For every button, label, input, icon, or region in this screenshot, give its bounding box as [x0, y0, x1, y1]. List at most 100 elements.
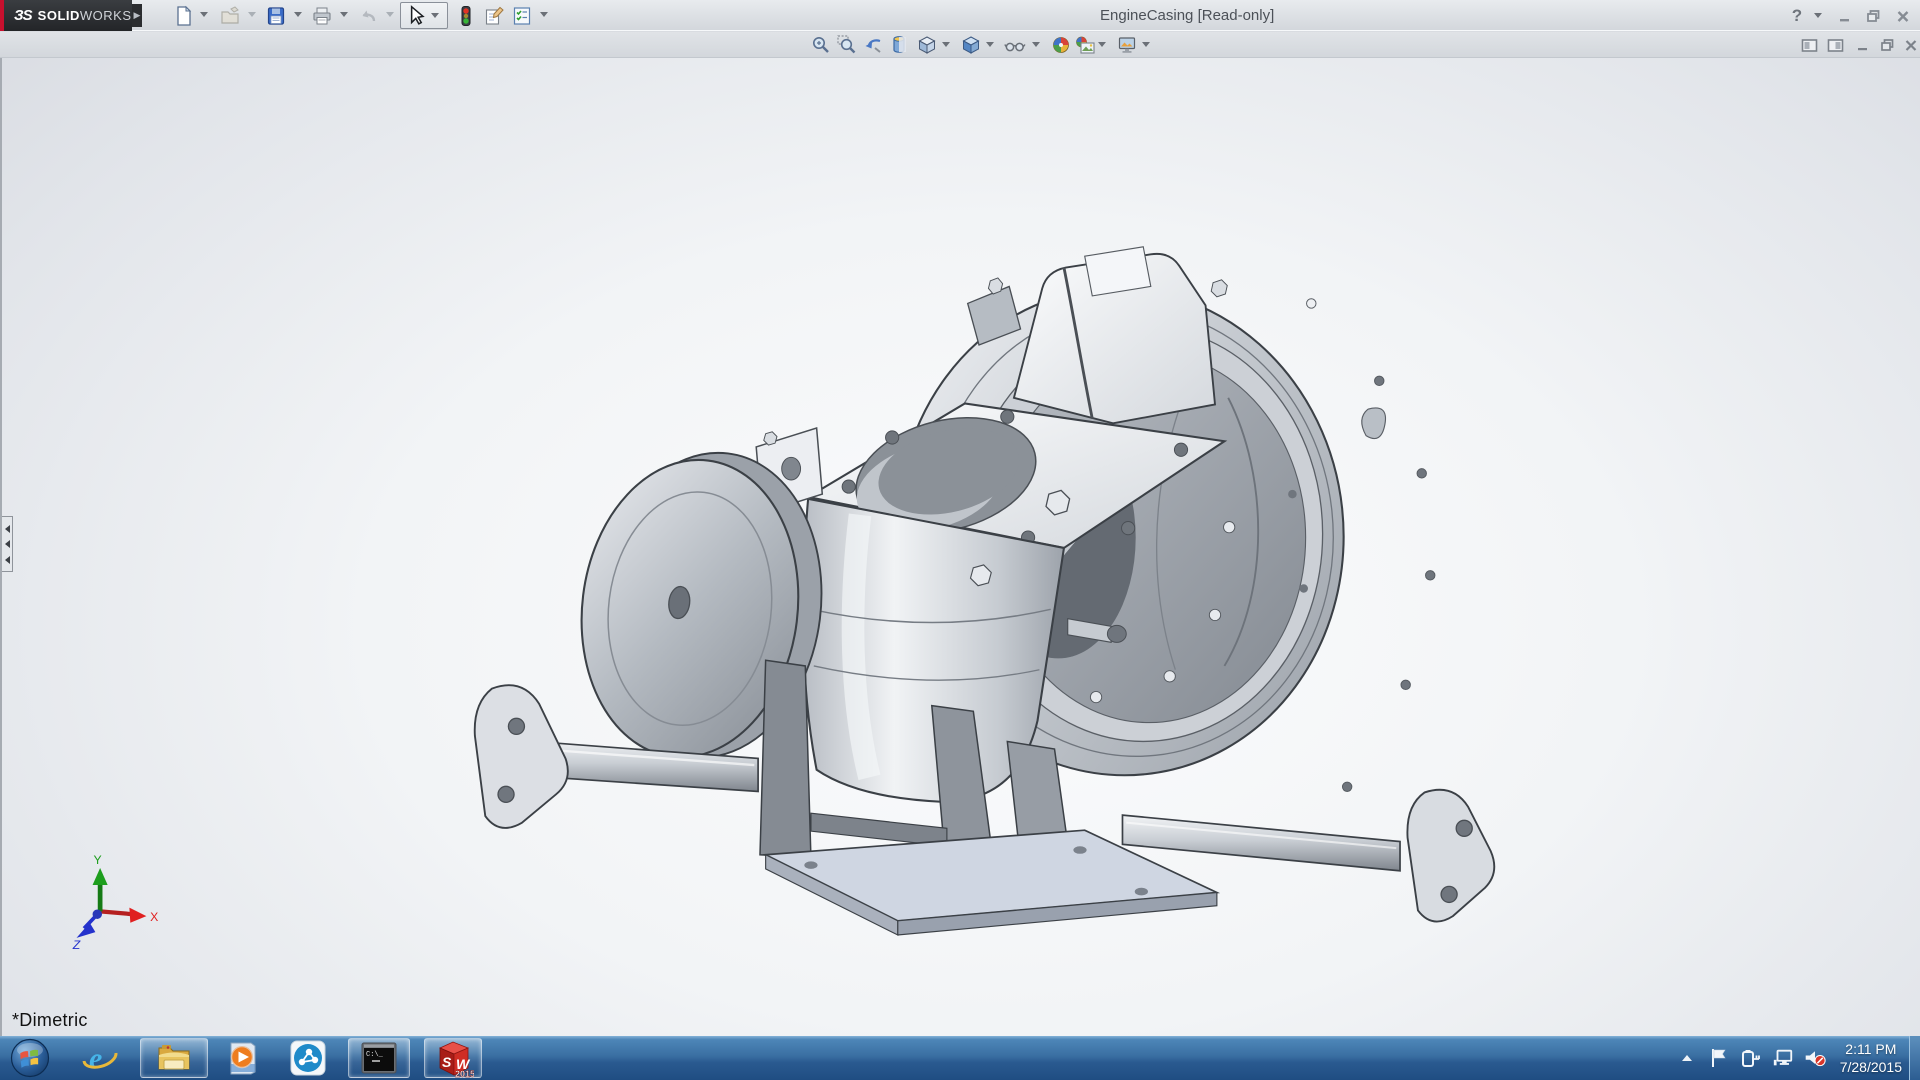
help-button[interactable]: ?	[1784, 5, 1810, 27]
sw-letter-s: S	[442, 1054, 452, 1070]
engine-casing-model[interactable]: Y X Z	[2, 58, 1920, 1036]
triad-z-label: Z	[72, 938, 81, 952]
undo-button[interactable]	[356, 4, 380, 28]
doc-minimize-button[interactable]	[1852, 34, 1874, 56]
open-button[interactable]	[218, 4, 242, 28]
previous-view-icon	[863, 35, 883, 55]
section-view-icon	[889, 35, 909, 55]
action-center-button[interactable]	[1708, 1046, 1730, 1070]
solidworks-cube-icon: S W 2015	[432, 1038, 474, 1078]
doc-close-button[interactable]	[1900, 34, 1920, 56]
select-dropdown[interactable]	[431, 13, 439, 18]
options-checklist-icon	[511, 5, 533, 27]
display-style-dropdown[interactable]	[984, 42, 996, 54]
windows-explorer-folder-icon	[156, 1041, 192, 1075]
rebuild-button[interactable]	[454, 4, 478, 28]
taskbar-windows-explorer[interactable]	[140, 1038, 208, 1078]
triad-x-label: X	[150, 910, 158, 924]
new-document-icon	[173, 5, 195, 27]
view-orientation-button[interactable]	[916, 34, 938, 56]
network-icon	[1772, 1047, 1794, 1069]
show-desktop-button[interactable]	[1909, 1036, 1920, 1080]
print-button[interactable]	[310, 4, 334, 28]
close-button[interactable]	[1890, 5, 1916, 27]
minimize-button[interactable]	[1832, 5, 1858, 27]
start-button[interactable]	[8, 1038, 52, 1078]
volume-button[interactable]	[1804, 1046, 1826, 1070]
doc-minimize-icon	[1856, 38, 1870, 52]
print-dropdown[interactable]	[338, 12, 350, 24]
solidworks-window: ЗS SOLIDWORKS ▶	[0, 0, 1920, 1080]
pane-toggle-left-button[interactable]	[1798, 34, 1820, 56]
section-view-button[interactable]	[888, 34, 910, 56]
zoom-to-fit-button[interactable]	[810, 34, 832, 56]
zoom-to-fit-icon	[811, 35, 831, 55]
eyeglasses-icon	[1004, 35, 1026, 55]
node-graph-app-icon	[290, 1040, 326, 1076]
restore-button[interactable]	[1860, 5, 1886, 27]
taskbar-clock[interactable]: 2:11 PM 7/28/2015	[1836, 1040, 1906, 1076]
select-arrow-icon	[404, 4, 428, 28]
taskbar-solidworks[interactable]: S W 2015	[424, 1038, 482, 1078]
internet-explorer-icon: e	[81, 1039, 119, 1077]
taskbar-node-graph-app[interactable]	[284, 1038, 332, 1078]
close-icon	[1896, 9, 1910, 23]
hide-show-items-button[interactable]	[1004, 34, 1026, 56]
pane-right-icon	[1827, 38, 1844, 53]
view-orientation-cube-icon	[917, 35, 937, 55]
doc-restore-button[interactable]	[1876, 34, 1898, 56]
volume-muted-icon	[1804, 1046, 1826, 1070]
dassault-3ds-logo-icon: ЗS	[14, 7, 32, 24]
triad-y-label: Y	[94, 853, 102, 867]
view-settings-button[interactable]	[1116, 34, 1138, 56]
reference-triad	[77, 868, 147, 938]
show-hidden-icons-arrow	[1681, 1053, 1693, 1063]
taskbar-media-player[interactable]	[220, 1038, 266, 1078]
zoom-to-area-button[interactable]	[836, 34, 858, 56]
taskbar-internet-explorer[interactable]: e	[76, 1038, 124, 1078]
cmd-prompt-text: C:\_	[366, 1051, 384, 1059]
apply-scene-dropdown[interactable]	[1096, 42, 1108, 54]
open-dropdown[interactable]	[246, 12, 258, 24]
media-player-icon	[226, 1040, 260, 1076]
undo-dropdown[interactable]	[384, 12, 396, 24]
help-dropdown[interactable]	[1812, 13, 1824, 25]
windows-start-orb-icon	[10, 1038, 50, 1078]
windows-taskbar: e	[0, 1036, 1920, 1080]
pane-toggle-right-button[interactable]	[1824, 34, 1846, 56]
file-properties-button[interactable]	[482, 4, 506, 28]
previous-view-button[interactable]	[862, 34, 884, 56]
brand-solid-text: SOLID	[38, 8, 80, 23]
zoom-to-area-icon	[837, 35, 857, 55]
edit-appearance-button[interactable]	[1050, 34, 1072, 56]
apply-scene-button[interactable]	[1074, 34, 1096, 56]
display-style-button[interactable]	[960, 34, 982, 56]
new-document-button[interactable]	[172, 4, 196, 28]
view-orientation-label: *Dimetric	[12, 1010, 88, 1031]
system-tray: 2:11 PM 7/28/2015	[1676, 1036, 1906, 1080]
show-hidden-icons-button[interactable]	[1676, 1046, 1698, 1070]
power-options-button[interactable]	[1740, 1046, 1762, 1070]
options-button[interactable]	[510, 4, 534, 28]
display-style-cube-icon	[961, 35, 981, 55]
command-prompt-icon: C:\_	[359, 1041, 399, 1075]
power-plug-icon	[1740, 1047, 1762, 1069]
network-status-button[interactable]	[1772, 1046, 1794, 1070]
new-document-dropdown[interactable]	[198, 12, 210, 24]
printer-icon	[311, 5, 333, 27]
pane-left-icon	[1801, 38, 1818, 53]
save-button[interactable]	[264, 4, 288, 28]
select-tool-button[interactable]	[400, 2, 448, 29]
options-dropdown[interactable]	[538, 12, 550, 24]
action-center-flag-icon	[1709, 1047, 1729, 1069]
hide-show-items-dropdown[interactable]	[1030, 42, 1042, 54]
sw-badge-2015: 2015	[455, 1069, 474, 1078]
view-settings-dropdown[interactable]	[1140, 42, 1152, 54]
menu-expander-arrow[interactable]: ▶	[132, 4, 142, 27]
feature-tree-collapsed-tab[interactable]	[2, 516, 13, 572]
doc-restore-icon	[1880, 38, 1895, 52]
view-orientation-dropdown[interactable]	[940, 42, 952, 54]
graphics-viewport[interactable]: Y X Z *Dimetric	[0, 58, 1920, 1036]
save-dropdown[interactable]	[292, 12, 304, 24]
taskbar-command-prompt[interactable]: C:\_	[348, 1038, 410, 1078]
